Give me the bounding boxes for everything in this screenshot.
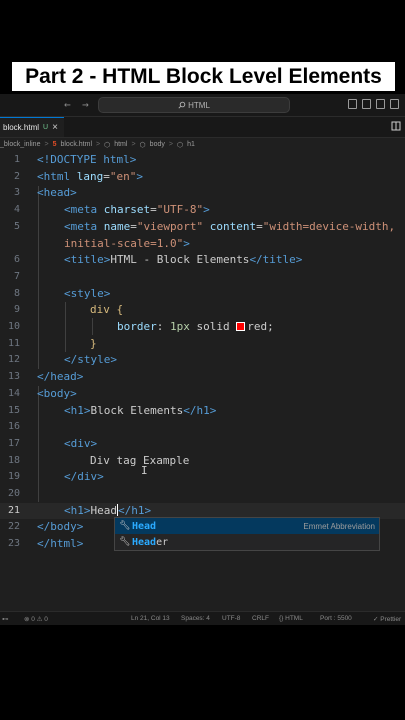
editor-tab-bar: block.html U × (0, 117, 405, 138)
element-icon: ⬡ (139, 141, 146, 149)
split-editor-icon[interactable] (391, 121, 401, 134)
breadcrumb-folder[interactable]: _block_inline (0, 141, 40, 148)
tab-untracked-badge: U (43, 124, 49, 131)
video-title: Part 2 - HTML Block Level Elements (25, 64, 382, 88)
element-icon: ⬡ (104, 141, 111, 149)
code-line: 14 <body> (7, 386, 77, 400)
code-editor-window: ← → HTML block.html U × _block_inline > … (0, 94, 405, 625)
back-arrow-icon[interactable]: ← (64, 98, 71, 111)
tab-block-html[interactable]: block.html U × (0, 117, 64, 137)
tab-filename: block.html (3, 123, 40, 132)
command-center-search[interactable]: HTML (98, 97, 290, 113)
code-line: 15 <h1>Block Elements</h1> (7, 403, 217, 417)
code-line: 2 <html lang="en"> (13, 169, 143, 183)
prettier-status[interactable]: ✓ Prettier (373, 615, 401, 623)
problems-count[interactable]: ⊗ 0 ⚠ 0 (24, 615, 48, 623)
wrench-icon: 🔧︎ (119, 537, 131, 547)
code-line: 1 <!DOCTYPE html> (13, 153, 137, 166)
cursor-position[interactable]: Ln 21, Col 13 (131, 615, 170, 622)
toggle-secondary-sidebar-icon[interactable] (376, 99, 385, 109)
encoding[interactable]: UTF-8 (222, 615, 240, 622)
forward-arrow-icon[interactable]: → (82, 98, 89, 111)
indentation[interactable]: Spaces: 4 (181, 615, 210, 622)
toggle-panel-icon[interactable] (362, 99, 371, 109)
live-server-port[interactable]: Port : 5500 (320, 615, 352, 622)
code-line: 7 (13, 270, 20, 282)
line-ending[interactable]: CRLF (252, 615, 269, 622)
code-line-wrapped: initial-scale=1.0"> (64, 236, 190, 250)
breadcrumb-file[interactable]: block.html (60, 141, 92, 148)
breadcrumb-h1[interactable]: h1 (187, 141, 195, 148)
code-line: 20 (7, 488, 20, 499)
suggestion-item[interactable]: 🔧︎ Header (115, 534, 379, 550)
code-line: 9 div { (13, 303, 124, 317)
status-bar: ⊷ ⊗ 0 ⚠ 0 Ln 21, Col 13 Spaces: 4 UTF-8 … (0, 611, 405, 625)
title-bar: ← → HTML (0, 94, 405, 117)
code-line: 5 <meta name="viewport" content="width=d… (13, 219, 396, 233)
code-line: 10 border: 1px solid red; (7, 320, 274, 333)
toggle-sidebar-icon[interactable] (348, 99, 357, 109)
breadcrumb-body[interactable]: body (150, 141, 165, 148)
breadcrumb: _block_inline > 5 block.html > ⬡ html > … (0, 141, 195, 149)
customize-layout-icon[interactable] (390, 99, 399, 109)
code-line: 12 </style> (7, 353, 117, 367)
remote-icon[interactable]: ⊷ (2, 615, 9, 623)
close-icon[interactable]: × (52, 122, 58, 133)
code-line: 18 Div tag Example (7, 453, 190, 467)
color-swatch[interactable] (236, 322, 246, 331)
text-cursor-icon: I (141, 464, 148, 478)
code-line: 4 <meta charset="UTF-8"> (13, 203, 210, 217)
code-line: 3 <head> (13, 186, 77, 200)
code-line: 8 <style> (13, 286, 111, 300)
element-icon: ⬡ (176, 141, 184, 149)
breadcrumb-html[interactable]: html (114, 141, 127, 148)
search-icon (178, 101, 186, 109)
code-line: 16 (7, 421, 20, 433)
html5-icon: 5 (52, 141, 57, 148)
video-title-banner: Part 2 - HTML Block Level Elements (11, 61, 396, 92)
layout-controls (348, 99, 399, 109)
code-line: 19 </div> I (7, 464, 148, 484)
code-line: 11 } (7, 336, 97, 350)
code-line: 17 <div> (7, 436, 98, 450)
autocomplete-suggest-widget: 🔧︎ Head Emmet Abbreviation 🔧︎ Header (114, 517, 380, 551)
command-center-text: HTML (188, 100, 210, 110)
language-mode[interactable]: {} HTML (279, 615, 303, 622)
code-line: 6 <title>HTML - Block Elements</title> (13, 253, 303, 267)
code-line: 13 </head> (7, 370, 84, 384)
wrench-icon: 🔧︎ (119, 521, 131, 531)
suggestion-item[interactable]: 🔧︎ Head Emmet Abbreviation (115, 518, 379, 534)
